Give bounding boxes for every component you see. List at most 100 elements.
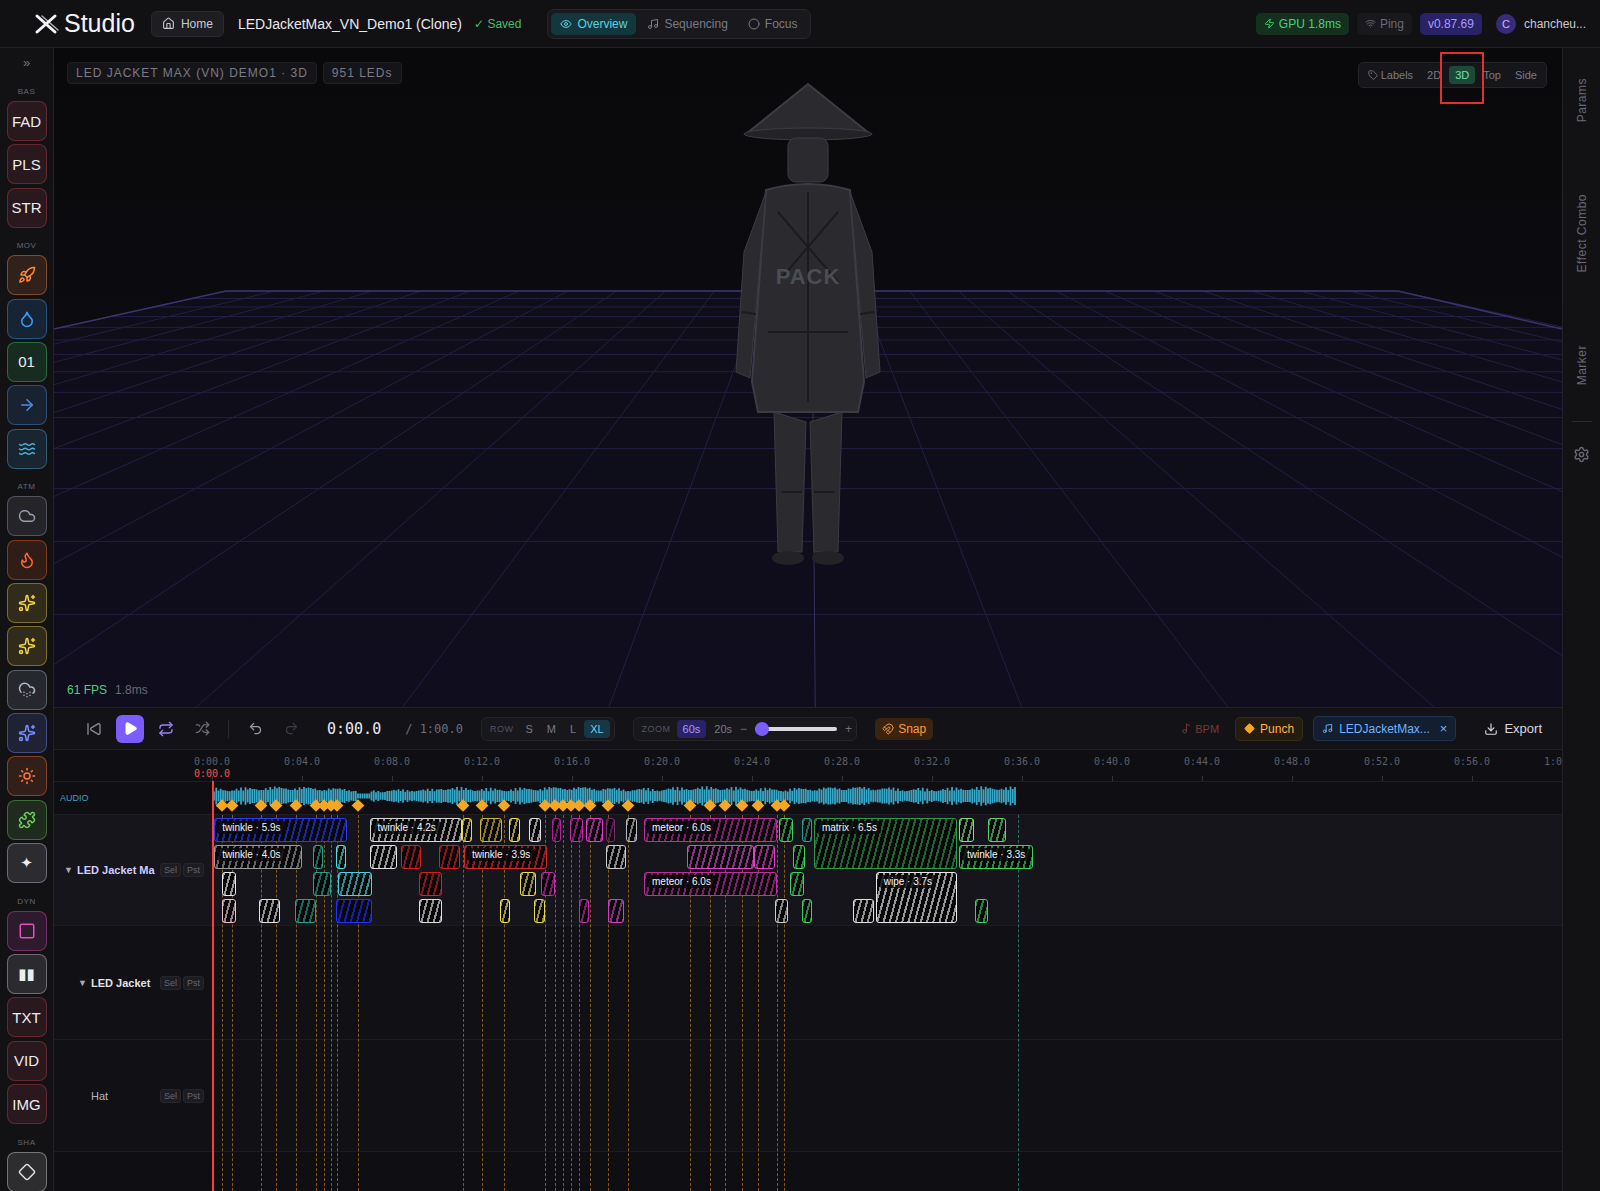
effect-clip[interactable]	[259, 899, 279, 923]
effect-clip[interactable]: meteor · 6.0s	[644, 818, 777, 842]
effect-tile[interactable]: FAD	[7, 101, 47, 141]
effect-clip[interactable]	[534, 899, 545, 923]
track-lane[interactable]: twinkle · 5.9s twinkle · 4.2s meteor · 6.0…	[212, 815, 1562, 926]
effect-clip[interactable]: twinkle · 4.0s	[214, 845, 302, 869]
effect-tile[interactable]	[7, 583, 47, 623]
effect-clip[interactable]	[401, 845, 421, 869]
effect-clip[interactable]	[959, 818, 974, 842]
effect-clip[interactable]	[336, 845, 346, 869]
user-name[interactable]: chancheu...	[1524, 17, 1586, 31]
effect-clip[interactable]	[480, 818, 503, 842]
effect-tile[interactable]: ▮▮	[7, 954, 47, 994]
track-header[interactable]: ▼LED JacketSelPst	[54, 926, 212, 1040]
row-size-button[interactable]: XL	[584, 720, 609, 738]
timeline-canvas[interactable]: 0:00.00:04.00:08.00:12.00:16.00:20.00:24…	[212, 750, 1562, 1191]
effect-clip[interactable]	[626, 818, 637, 842]
effect-clip[interactable]	[988, 818, 1006, 842]
track-header[interactable]: ▼LED Jacket MaSelPst	[54, 815, 212, 926]
view-button[interactable]: Labels	[1362, 66, 1419, 84]
effect-clip[interactable]	[608, 899, 624, 923]
mode-tab[interactable]: Focus	[739, 13, 807, 35]
undo-button[interactable]	[241, 715, 269, 743]
row-size-button[interactable]: L	[564, 720, 582, 738]
row-size-button[interactable]: M	[541, 720, 562, 738]
remove-audio-button[interactable]: ×	[1440, 721, 1448, 736]
expand-toggle[interactable]: ▼	[64, 865, 74, 875]
effect-clip[interactable]	[687, 845, 755, 869]
effect-clip[interactable]	[336, 899, 372, 923]
effect-clip[interactable]	[975, 899, 989, 923]
jacket-model[interactable]: PACK	[708, 82, 908, 572]
track-header[interactable]: HatSelPst	[54, 1040, 212, 1152]
time-ruler[interactable]: 0:00.00:04.00:08.00:12.00:16.00:20.00:24…	[212, 750, 1562, 782]
effect-tile[interactable]	[7, 429, 47, 469]
audio-track[interactable]	[212, 782, 1562, 815]
effect-clip[interactable]	[509, 818, 520, 842]
effect-clip[interactable]	[853, 899, 873, 923]
effect-tile[interactable]: ✦	[7, 843, 47, 883]
effect-clip[interactable]	[439, 845, 459, 869]
select-button[interactable]: Sel	[160, 976, 181, 990]
effect-clip[interactable]	[606, 818, 615, 842]
effect-clip[interactable]	[606, 845, 626, 869]
effect-clip[interactable]	[802, 899, 812, 923]
project-title[interactable]: LEDJacketMax_VN_Demo1 (Clone)	[238, 16, 462, 32]
effect-clip[interactable]	[790, 872, 804, 896]
skip-back-button[interactable]	[80, 715, 108, 743]
paste-button[interactable]: Pst	[183, 1089, 204, 1103]
effect-clip[interactable]	[222, 899, 236, 923]
effect-clip[interactable]	[579, 899, 589, 923]
effect-clip[interactable]	[570, 818, 584, 842]
effect-clip[interactable]: meteor · 6.0s	[644, 872, 777, 896]
rail-tab[interactable]: Params	[1575, 78, 1589, 122]
effect-tile[interactable]	[7, 756, 47, 796]
effect-clip[interactable]	[552, 818, 561, 842]
effect-clip[interactable]	[419, 899, 442, 923]
effect-tile[interactable]: IMG	[7, 1084, 47, 1124]
play-button[interactable]	[116, 715, 144, 743]
loop-button[interactable]	[152, 715, 180, 743]
effect-clip[interactable]: matrix · 6.5s	[814, 818, 957, 869]
effect-clip[interactable]	[586, 818, 604, 842]
effect-tile[interactable]	[7, 385, 47, 425]
effect-clip[interactable]	[419, 872, 442, 896]
view-button[interactable]: 3D	[1449, 66, 1475, 84]
3d-viewport[interactable]: PACKLED JACKET MAX (VN) DEMO1 · 3D951 LE…	[54, 48, 1562, 707]
view-button[interactable]: 2D	[1421, 66, 1447, 84]
expand-toggle[interactable]: ▼	[78, 978, 88, 988]
redo-button[interactable]	[277, 715, 305, 743]
effect-clip[interactable]	[520, 872, 536, 896]
effect-clip[interactable]: twinkle · 5.9s	[214, 818, 347, 842]
select-button[interactable]: Sel	[160, 1089, 181, 1103]
effect-clip[interactable]: twinkle · 3.3s	[959, 845, 1033, 869]
home-button[interactable]: Home	[151, 11, 224, 37]
sidebar-toggle[interactable]: »	[23, 48, 30, 77]
effect-tile[interactable]	[7, 299, 47, 339]
effect-clip[interactable]	[222, 872, 236, 896]
zoom-button[interactable]: 20s	[708, 720, 738, 738]
effect-tile[interactable]	[7, 1152, 47, 1191]
effect-clip[interactable]: wipe · 3.7s	[876, 872, 957, 923]
effect-tile[interactable]	[7, 670, 47, 710]
effect-clip[interactable]	[313, 845, 323, 869]
effect-clip[interactable]: twinkle · 4.2s	[370, 818, 462, 842]
mode-tab[interactable]: Overview	[551, 13, 636, 35]
punch-button[interactable]: Punch	[1235, 717, 1303, 741]
effect-tile[interactable]: 01	[7, 342, 47, 382]
effect-clip[interactable]	[313, 872, 331, 896]
shuffle-button[interactable]	[188, 715, 216, 743]
effect-clip[interactable]	[500, 899, 510, 923]
effect-clip[interactable]	[295, 899, 315, 923]
rail-tab[interactable]: Marker	[1575, 345, 1589, 385]
paste-button[interactable]: Pst	[183, 863, 204, 877]
effect-tile[interactable]: STR	[7, 188, 47, 228]
slider-thumb[interactable]	[755, 722, 769, 736]
view-button[interactable]: Side	[1509, 66, 1543, 84]
zoom-button[interactable]: 60s	[677, 720, 707, 738]
effect-tile[interactable]: TXT	[7, 997, 47, 1037]
effect-clip[interactable]	[775, 899, 789, 923]
effect-tile[interactable]	[7, 911, 47, 951]
effect-clip[interactable]	[462, 818, 472, 842]
snap-button[interactable]: Snap	[875, 718, 933, 740]
effect-clip[interactable]	[370, 845, 397, 869]
